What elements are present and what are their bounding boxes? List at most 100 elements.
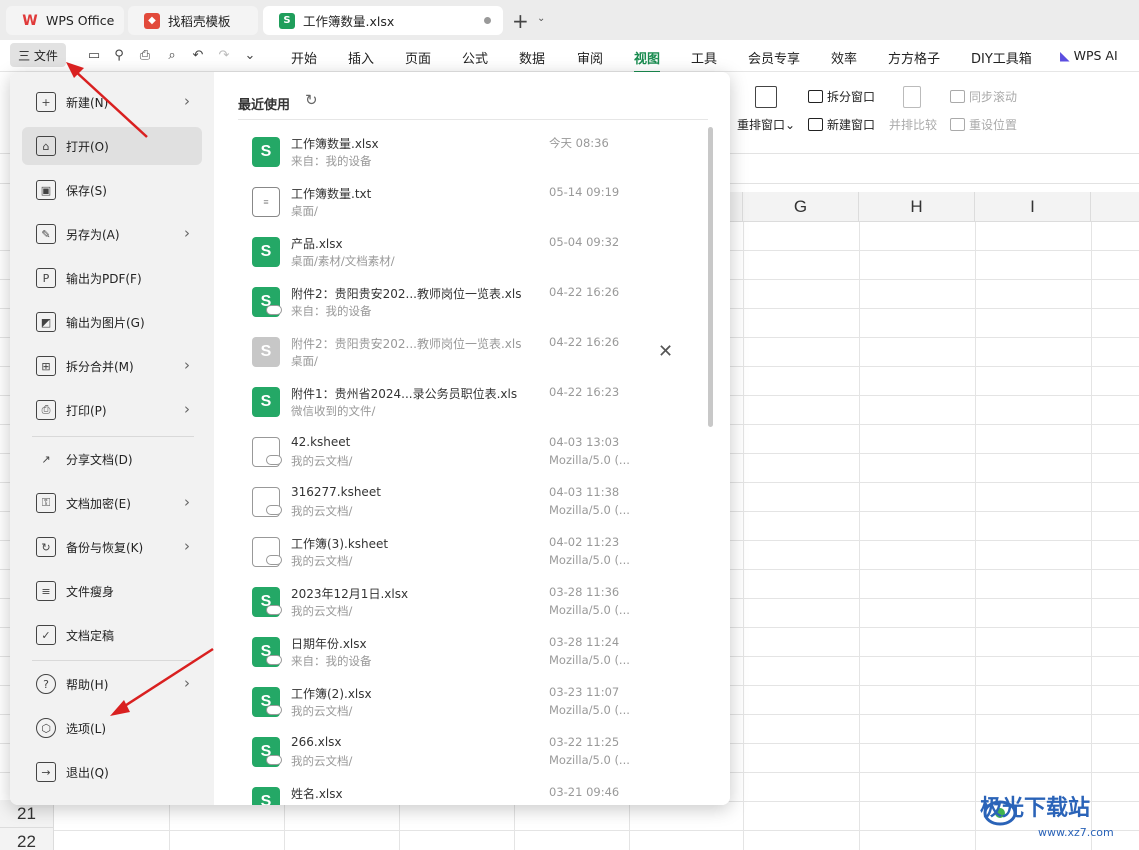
menu-item-split-merge[interactable]: ⊞ 拆分合并(M) › [22,347,202,385]
save-icon[interactable]: ▭ [86,48,102,64]
file-time: 05-04 09:32 [549,235,620,249]
arrange-windows-button[interactable]: 重排窗口 ⌄ [737,116,795,133]
scrollbar[interactable] [708,127,713,427]
tab-label: WPS Office [46,13,115,28]
chevron-down-icon[interactable]: ⌄ [537,13,545,24]
refresh-icon[interactable]: ↻ [305,91,318,109]
menu-divider [32,436,194,437]
recent-file[interactable]: S 姓名.xlsx 03-21 09:46 [238,777,698,805]
reset-position-icon [950,118,965,131]
tab-member[interactable]: 会员专享 [748,48,800,67]
tab-efficiency[interactable]: 效率 [831,48,857,67]
tab-diy-toolbox[interactable]: DIY工具箱 [971,48,1032,67]
file-source: Mozilla/5.0 (... [549,603,630,617]
file-path: 微信收到的文件/ [291,404,376,418]
menu-item-label: 文档加密(E) [66,496,131,511]
recent-file[interactable]: S 266.xlsx 我的云文档/ 03-22 11:25 Mozilla/5.… [238,727,698,777]
menu-item-options[interactable]: ⬡ 选项(L) [22,709,202,747]
menu-item-label: 备份与恢复(K) [66,540,144,555]
menu-item-print[interactable]: ⎙ 打印(P) › [22,391,202,429]
menu-item-new[interactable]: + 新建(N) › [22,83,202,121]
menu-item-export-image[interactable]: ◩ 输出为图片(G) [22,303,202,341]
file-time: 04-22 16:26 [549,335,620,349]
menu-item-slim[interactable]: ≡ 文件瘦身 [22,572,202,610]
tab-wps-office[interactable]: W WPS Office [6,6,124,35]
column-header-i[interactable]: I [975,192,1091,222]
grid-line [859,222,860,850]
file-name: 附件2：贵阳贵安202...教师岗位一览表.xls [291,337,522,351]
grid-line [0,830,1139,831]
new-tab-button[interactable]: + [512,9,529,33]
menu-item-share[interactable]: ↗ 分享文档(D) [22,440,202,478]
gear-icon: ⬡ [36,718,56,738]
side-by-side-icon [903,86,921,108]
chevron-right-icon: › [184,92,190,110]
file-time: 03-22 11:25 [549,735,620,749]
recent-file[interactable]: S 附件2：贵阳贵安202...教师岗位一览表.xls 来自：我的设备 04-2… [238,277,698,327]
column-header-g[interactable]: G [743,192,859,222]
spreadsheet-icon: S [252,137,280,167]
menu-item-encrypt[interactable]: ⚿ 文档加密(E) › [22,484,202,522]
file-path: 我的云文档/ [291,754,353,768]
menu-item-save-as[interactable]: ✎ 另存为(A) › [22,215,202,253]
menu-item-exit[interactable]: → 退出(Q) [22,753,202,791]
column-header-h[interactable]: H [859,192,975,222]
menu-item-label: 选项(L) [66,721,107,736]
redo-icon[interactable]: ↷ [216,48,232,64]
column-header[interactable] [730,192,743,222]
new-window-button[interactable]: 新建窗口 [808,116,875,133]
menu-item-export-pdf[interactable]: P 输出为PDF(F) [22,259,202,297]
tab-view[interactable]: 视图 [634,48,661,73]
column-header[interactable] [1091,192,1139,222]
cloud-icon [266,455,282,465]
tab-formula[interactable]: 公式 [462,48,488,67]
arrange-icon[interactable] [755,86,777,108]
recent-file[interactable]: S 日期年份.xlsx 来自：我的设备 03-28 11:24 Mozilla/… [238,627,698,677]
tab-tools[interactable]: 工具 [691,48,717,67]
row-header-22[interactable]: 22 [0,828,54,850]
file-menu-button[interactable]: 三 文件 [10,43,66,67]
tab-templates[interactable]: ◆ 找稻壳模板 [128,6,258,35]
recent-file[interactable]: S 附件1：贵州省2024...录公务员职位表.xls 微信收到的文件/ 04-… [238,377,698,427]
menu-item-label: 打印(P) [66,403,107,418]
recent-file[interactable]: S 产品.xlsx 桌面/素材/文档素材/ 05-04 09:32 [238,227,698,277]
menu-item-open[interactable]: ⌂ 打开(O) [22,127,202,165]
tab-page[interactable]: 页面 [405,48,431,67]
recent-file[interactable]: 工作簿(3).ksheet 我的云文档/ 04-02 11:23 Mozilla… [238,527,698,577]
recent-file[interactable]: ≡ 工作簿数量.txt 桌面/ 05-14 09:19 [238,177,698,227]
file-path: 我的云文档/ [291,504,353,518]
recent-file[interactable]: 316277.ksheet 我的云文档/ 04-03 11:38 Mozilla… [238,477,698,527]
print-preview-icon[interactable]: ⌕ [164,48,180,64]
undo-icon[interactable]: ↶ [190,48,206,64]
split-window-button[interactable]: 拆分窗口 [808,88,875,105]
tab-data[interactable]: 数据 [519,48,545,67]
menu-item-label: 退出(Q) [66,765,109,780]
wps-ai-button[interactable]: ◣ WPS AI [1060,48,1118,63]
file-name: 附件2：贵阳贵安202...教师岗位一览表.xls [291,287,522,301]
reset-position-button[interactable]: 重设位置 [950,116,1017,133]
tab-review[interactable]: 审阅 [577,48,603,67]
menu-item-backup[interactable]: ↻ 备份与恢复(K) › [22,528,202,566]
format-painter-icon[interactable]: ⚲ [111,48,127,64]
side-by-side-button[interactable]: 并排比较 [889,116,937,133]
menu-item-save[interactable]: ▣ 保存(S) [22,171,202,209]
sync-scroll-button[interactable]: 同步滚动 [950,88,1017,105]
recent-file[interactable]: S 2023年12月1日.xlsx 我的云文档/ 03-28 11:36 Moz… [238,577,698,627]
recent-file[interactable]: S 工作簿(2).xlsx 我的云文档/ 03-23 11:07 Mozilla… [238,677,698,727]
menu-item-label: 另存为(A) [66,227,120,242]
print-icon[interactable]: ⎙ [137,48,153,64]
recent-file[interactable]: S 工作簿数量.xlsx 来自：我的设备 今天 08:36 [238,127,698,177]
menu-item-label: 帮助(H) [66,677,109,692]
tab-start[interactable]: 开始 [291,48,317,67]
close-icon[interactable]: ✕ [658,341,673,362]
recent-file[interactable]: 42.ksheet 我的云文档/ 04-03 13:03 Mozilla/5.0… [238,427,698,477]
recent-file[interactable]: S 附件2：贵阳贵安202...教师岗位一览表.xls 桌面/ 04-22 16… [238,327,698,377]
tab-insert[interactable]: 插入 [348,48,374,67]
tab-document[interactable]: S 工作簿数量.xlsx [263,6,503,35]
chevron-right-icon: › [184,224,190,242]
chevron-down-icon[interactable]: ⌄ [242,48,258,64]
menu-item-help[interactable]: ? 帮助(H) › [22,665,202,703]
unsaved-dot-icon[interactable] [484,17,491,24]
menu-item-finalize[interactable]: ✓ 文档定稿 [22,616,202,654]
tab-ffgz[interactable]: 方方格子 [888,48,940,67]
